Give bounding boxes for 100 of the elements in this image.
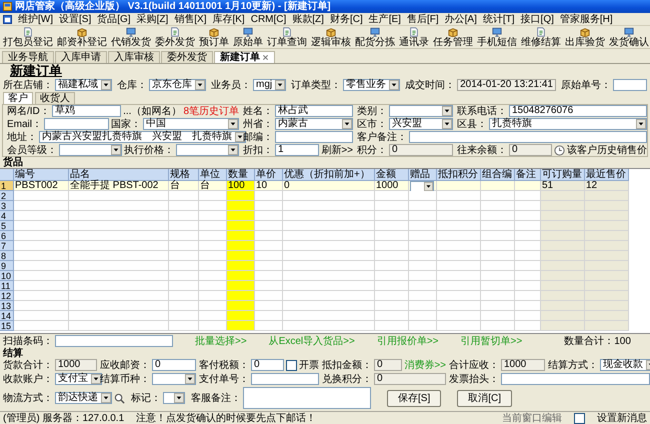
dropdown[interactable]: 韵达快递: [55, 392, 112, 404]
input-field[interactable]: 0: [152, 359, 196, 371]
toolbar-button[interactable]: 发货确认: [608, 26, 650, 48]
field-label: 标记：: [131, 392, 161, 404]
tab[interactable]: 客户: [3, 92, 33, 104]
toolbar-button[interactable]: 委外发货: [154, 26, 196, 48]
tab[interactable]: 业务导航: [2, 51, 54, 63]
menu-item[interactable]: 生产[E]: [368, 14, 401, 24]
table-cell: [409, 281, 437, 291]
dropdown[interactable]: 零售业务: [343, 79, 400, 91]
menu-item[interactable]: 销售[X]: [174, 14, 206, 24]
menu-item[interactable]: 财务[C]: [330, 14, 363, 24]
toolbar-button[interactable]: 邮资补登记: [56, 26, 108, 48]
tab[interactable]: 委外发货: [161, 51, 213, 63]
column-header[interactable]: 编号: [14, 169, 69, 181]
toolbar-button[interactable]: 任务管理: [432, 26, 474, 48]
order-history-link[interactable]: 8笔历史订单: [183, 106, 239, 116]
input-field[interactable]: [501, 373, 650, 385]
tab[interactable]: 入库申请: [55, 51, 107, 63]
dropdown[interactable]: 现金收款: [600, 359, 650, 371]
column-header[interactable]: 单价: [255, 169, 283, 181]
input-field[interactable]: [251, 373, 319, 385]
dropdown[interactable]: 福建私域: [55, 79, 112, 91]
toolbar-button[interactable]: 出库验货: [564, 26, 606, 48]
tab[interactable]: 新建订单: [214, 51, 275, 63]
dropdown[interactable]: 中国: [143, 118, 240, 130]
dropdown[interactable]: 兴安盟: [389, 118, 453, 130]
toolbar-button[interactable]: 维修结算: [520, 26, 562, 48]
price-history-link[interactable]: 该客户历史销售价: [567, 144, 647, 156]
menu-item[interactable]: 统计[T]: [482, 14, 515, 24]
column-header[interactable]: 最近售价: [585, 169, 629, 181]
toolbar-button[interactable]: 手机短信: [476, 26, 518, 48]
menu-item[interactable]: CRM[C]: [250, 14, 286, 24]
input-field[interactable]: 0: [509, 144, 552, 156]
column-header[interactable]: 抵扣积分: [437, 169, 481, 181]
toolbar-button[interactable]: 订单查询: [266, 26, 308, 48]
dropdown[interactable]: mgj: [253, 79, 286, 91]
checkbox[interactable]: [286, 360, 297, 370]
input-field[interactable]: 0: [374, 373, 446, 385]
column-header[interactable]: 组合编: [481, 169, 515, 181]
dropdown[interactable]: 内蒙古: [275, 118, 353, 130]
input-field[interactable]: 1000: [501, 359, 545, 371]
column-header[interactable]: 单位: [199, 169, 227, 181]
input-field[interactable]: 2014-01-20 13:21:41: [457, 79, 556, 91]
menu-item[interactable]: 货品[G]: [97, 14, 131, 24]
input-field[interactable]: 0: [251, 359, 284, 371]
tab[interactable]: 收货人: [35, 92, 75, 104]
tab[interactable]: 入库审核: [108, 51, 160, 63]
text-area[interactable]: [243, 387, 371, 409]
input-field[interactable]: [55, 335, 173, 347]
menu-item[interactable]: 库存[K]: [212, 14, 245, 24]
input-field[interactable]: [409, 131, 647, 143]
input-field[interactable]: 1: [275, 144, 320, 156]
input-field[interactable]: 0: [374, 359, 402, 371]
table-cell: [255, 321, 283, 331]
table-cell: [409, 271, 437, 281]
table-cell: [375, 231, 409, 241]
dropdown[interactable]: 京东仓库: [149, 79, 206, 91]
input-field[interactable]: 1000: [55, 359, 97, 371]
column-header[interactable]: 优惠（折扣前加+）: [283, 169, 375, 181]
menu-item[interactable]: 采购[Z]: [136, 14, 168, 24]
action-button[interactable]: 保存[S]: [387, 390, 442, 406]
column-header[interactable]: 规格: [169, 169, 199, 181]
input-field[interactable]: [612, 79, 647, 91]
toolbar-button[interactable]: 原始单: [232, 26, 264, 48]
column-header[interactable]: 可订购量: [541, 169, 585, 181]
search-icon[interactable]: [114, 392, 125, 404]
checkbox[interactable]: [574, 412, 585, 424]
table-cell: [255, 301, 283, 311]
toolbar-button[interactable]: 逻辑审核: [310, 26, 352, 48]
link[interactable]: 刷新>>: [321, 144, 353, 156]
menu-item[interactable]: 管家服务[H]: [560, 14, 613, 24]
toolbar-button[interactable]: 预订单: [198, 26, 230, 48]
action-button[interactable]: 取消[C]: [457, 390, 512, 406]
close-icon[interactable]: [262, 54, 269, 61]
input-field[interactable]: [44, 118, 110, 130]
toolbar-button[interactable]: 通讯录: [398, 26, 430, 48]
menu-item[interactable]: 维护[W]: [18, 14, 53, 24]
table-cell: [14, 281, 69, 291]
input-field[interactable]: [275, 131, 353, 143]
menu-item[interactable]: 接口[Q]: [520, 14, 554, 24]
table-cell: [437, 271, 481, 281]
column-header[interactable]: 品名: [69, 169, 169, 181]
menu-item[interactable]: 设置[S]: [59, 14, 92, 24]
input-field[interactable]: 15048276076: [509, 105, 647, 117]
column-header[interactable]: 赠品: [409, 169, 437, 181]
dropdown[interactable]: [163, 392, 185, 404]
dropdown[interactable]: 扎赉特旗: [489, 118, 647, 130]
toolbar-button[interactable]: 代销发货: [110, 26, 152, 48]
toolbar-button[interactable]: 配货分拣: [354, 26, 396, 48]
menu-item[interactable]: 售后[F]: [406, 14, 439, 24]
menu-item[interactable]: 账款[Z]: [292, 14, 324, 24]
column-header[interactable]: 数量: [227, 169, 255, 181]
menu-item[interactable]: 办公[A]: [444, 14, 477, 24]
toolbar-button[interactable]: 打包员登记: [2, 26, 54, 48]
table-cell: [409, 261, 437, 271]
input-field[interactable]: 0: [389, 144, 453, 156]
link[interactable]: ...（如网名）: [123, 106, 182, 116]
input-field[interactable]: 林占武: [275, 105, 353, 117]
input-field[interactable]: 草鸡: [52, 105, 122, 117]
